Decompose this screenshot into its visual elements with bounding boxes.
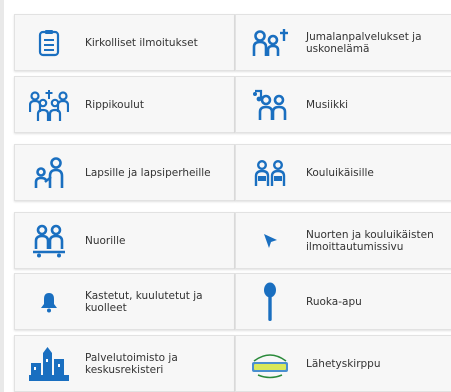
tile-label: Kastetut, kuulutetut ja kuolleet bbox=[85, 289, 203, 314]
tile-label: Lapsille ja lapsiperheille bbox=[85, 166, 211, 179]
tile-ruoka-apu[interactable]: Ruoka-apu bbox=[235, 273, 451, 330]
schoolchildren-icon bbox=[250, 153, 290, 193]
tile-label: Nuorten ja kouluikäisten ilmoittautumiss… bbox=[306, 228, 434, 253]
church-office-icon bbox=[29, 344, 69, 384]
tile-label: Nuorille bbox=[85, 234, 126, 247]
music-people-icon bbox=[250, 85, 290, 125]
tile-rippikoulut[interactable]: Rippikoulut bbox=[14, 76, 235, 133]
tile-label: Kouluikäisille bbox=[306, 166, 374, 179]
tile-label: Kirkolliset ilmoitukset bbox=[85, 36, 198, 49]
tile-lahetyskirppu[interactable]: Lähetyskirppu bbox=[235, 335, 451, 392]
parent-child-icon bbox=[29, 153, 69, 193]
tile-kirkolliset-ilmoitukset[interactable]: Kirkolliset ilmoitukset bbox=[14, 14, 235, 71]
tile-ilmoittautumissivu[interactable]: Nuorten ja kouluikäisten ilmoittautumiss… bbox=[235, 212, 451, 269]
tile-label: Lähetyskirppu bbox=[306, 357, 381, 370]
bell-icon bbox=[29, 282, 69, 322]
tile-label: Rippikoulut bbox=[85, 98, 144, 111]
mission-fleamarket-logo bbox=[250, 344, 290, 384]
bulletin-list-icon bbox=[29, 23, 69, 63]
cursor-arrow-icon bbox=[250, 221, 290, 261]
tile-palvelutoimisto[interactable]: Palvelutoimisto ja keskusrekisteri bbox=[14, 335, 235, 392]
youth-skateboard-icon bbox=[29, 221, 69, 261]
spoon-icon bbox=[250, 282, 290, 322]
tile-nuorille[interactable]: Nuorille bbox=[14, 212, 235, 269]
tile-jumalanpalvelukset[interactable]: Jumalanpalvelukset ja uskonelämä bbox=[235, 14, 451, 71]
tile-label: Palvelutoimisto ja keskusrekisteri bbox=[85, 351, 178, 376]
tile-musiikki[interactable]: Musiikki bbox=[235, 76, 451, 133]
left-sidebar-edge bbox=[0, 0, 4, 392]
worship-people-cross-icon bbox=[250, 23, 290, 63]
tile-label: Musiikki bbox=[306, 98, 349, 111]
confirmation-group-icon bbox=[29, 85, 69, 125]
tile-label: Ruoka-apu bbox=[306, 295, 362, 308]
tile-label: Jumalanpalvelukset ja uskonelämä bbox=[306, 30, 422, 55]
tile-kastetut[interactable]: Kastetut, kuulutetut ja kuolleet bbox=[14, 273, 235, 330]
tile-kouluikaisille[interactable]: Kouluikäisille bbox=[235, 144, 451, 201]
tile-lapsille[interactable]: Lapsille ja lapsiperheille bbox=[14, 144, 235, 201]
